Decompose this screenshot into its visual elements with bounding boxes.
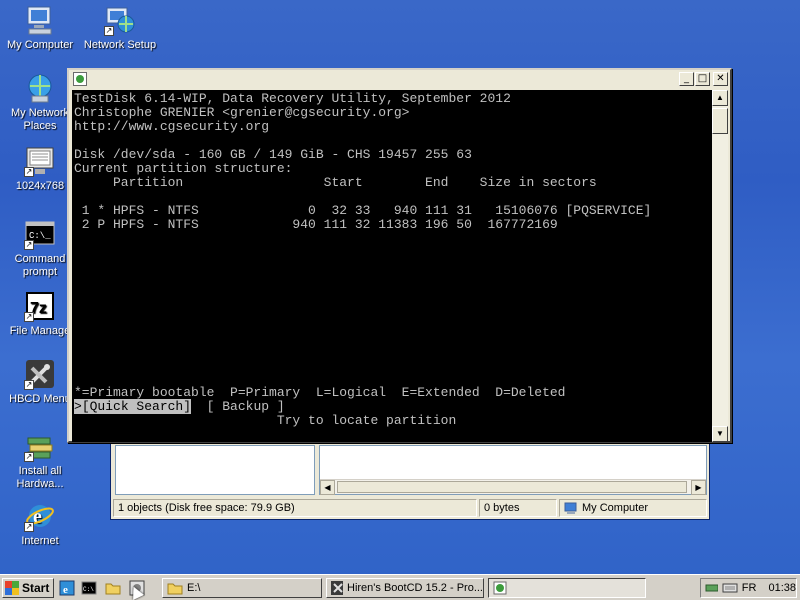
- scrollbar-thumb[interactable]: [712, 108, 728, 134]
- my-computer-icon: [24, 4, 56, 36]
- tools-icon: ↗: [24, 358, 56, 390]
- task-explorer-button[interactable]: E:\: [162, 578, 322, 598]
- shortcut-arrow-icon: ↗: [24, 522, 34, 532]
- desktop-icon-label: Install all: [18, 465, 62, 477]
- menu-line: >[Quick Search] [ Backup ]: [74, 399, 712, 414]
- start-label: Start: [22, 581, 50, 595]
- taskbar: Start e C:\ E:\ Hiren's BootCD 15.2 - Pr…: [0, 574, 800, 600]
- desktop-icon-my-computer[interactable]: My Computer: [0, 4, 80, 52]
- language-indicator[interactable]: FR: [742, 582, 757, 594]
- network-setup-icon: ↗: [104, 4, 136, 36]
- svg-text:e: e: [63, 584, 68, 596]
- shortcut-arrow-icon: ↗: [104, 26, 114, 36]
- desktop-icon-internet[interactable]: e ↗ Internet: [0, 500, 80, 548]
- shortcut-arrow-icon: ↗: [24, 452, 34, 462]
- scroll-right-icon[interactable]: ▶: [691, 480, 706, 495]
- status-location-label: My Computer: [582, 502, 649, 514]
- hardware-icon[interactable]: [705, 581, 719, 595]
- scroll-up-icon[interactable]: ▲: [712, 90, 728, 106]
- my-computer-icon: [564, 502, 577, 514]
- shortcut-arrow-icon: ↗: [24, 380, 34, 390]
- testdisk-console-window: _ □ ✕ TestDisk 6.14-WIP, Data Recovery U…: [67, 68, 732, 443]
- console-vertical-scrollbar[interactable]: ▲ ▼: [712, 90, 728, 442]
- explorer-horizontal-scrollbar[interactable]: ◀ ▶: [320, 479, 706, 495]
- console-line: http://www.cgsecurity.org: [74, 119, 270, 134]
- explorer-folder-pane[interactable]: [115, 445, 315, 495]
- console-titlebar[interactable]: _ □ ✕: [69, 70, 730, 88]
- svg-text:C:\: C:\: [83, 586, 94, 593]
- menu-prefix: >: [74, 399, 82, 414]
- task-label: Hiren's BootCD 15.2 - Pro...: [347, 582, 483, 594]
- shortcut-arrow-icon: ↗: [24, 240, 34, 250]
- task-testdisk-button[interactable]: [488, 578, 646, 598]
- quicklaunch-cmd-icon[interactable]: C:\: [80, 580, 98, 596]
- partition-row[interactable]: 1 * HPFS - NTFS 0 32 33 940 111 31 15106…: [74, 204, 712, 218]
- partition-row[interactable]: 2 P HPFS - NTFS 940 111 32 11383 196 50 …: [74, 218, 712, 232]
- minimize-button[interactable]: _: [679, 72, 694, 86]
- desktop-icon-label: Internet: [21, 535, 59, 547]
- shortcut-arrow-icon: ↗: [24, 312, 34, 322]
- explorer-statusbar: 1 objects (Disk free space: 79.9 GB) 0 b…: [111, 499, 709, 519]
- desktop-icon-network-setup[interactable]: ↗ Network Setup: [80, 4, 160, 52]
- shortcut-arrow-icon: ↗: [24, 167, 34, 177]
- desktop-icon-label: Network Setup: [83, 39, 157, 51]
- legend-line: *=Primary bootable P=Primary L=Logical E…: [74, 385, 566, 400]
- backup-option[interactable]: [ Backup ]: [191, 399, 285, 414]
- scroll-left-icon[interactable]: ◀: [320, 480, 335, 495]
- explorer-window: ◀ ▶ 1 objects (Disk free space: 79.9 GB)…: [110, 440, 710, 520]
- status-size: 0 bytes: [479, 499, 557, 517]
- command-prompt-icon: C:\_ ↗: [24, 218, 56, 250]
- testdisk-icon[interactable]: [73, 72, 87, 86]
- 7zip-icon: 7z ↗: [24, 290, 56, 322]
- task-label: E:\: [187, 582, 201, 594]
- console-line: Current partition structure:: [74, 161, 293, 176]
- quick-search-option[interactable]: [Quick Search]: [81, 399, 192, 414]
- console-line: TestDisk 6.14-WIP, Data Recovery Utility…: [74, 91, 511, 106]
- scroll-down-icon[interactable]: ▼: [712, 426, 728, 442]
- windows-flag-icon: [5, 581, 19, 595]
- start-button[interactable]: Start: [2, 578, 54, 598]
- system-tray: FR 01:38: [700, 578, 797, 598]
- close-button[interactable]: ✕: [713, 72, 728, 86]
- status-objects: 1 objects (Disk free space: 79.9 GB): [113, 499, 477, 517]
- console-line: Disk /dev/sda - 160 GB / 149 GiB - CHS 1…: [74, 147, 472, 162]
- testdisk-icon: [493, 581, 507, 595]
- scrollbar-thumb[interactable]: [337, 481, 687, 493]
- menu-hint: Try to locate partition: [74, 413, 457, 428]
- status-location: My Computer: [559, 499, 707, 517]
- task-hirens-button[interactable]: Hiren's BootCD 15.2 - Pro...: [326, 578, 484, 598]
- folder-icon: [167, 583, 183, 595]
- desktop-icon-label: Hardwa...: [16, 478, 64, 490]
- console-screen[interactable]: TestDisk 6.14-WIP, Data Recovery Utility…: [72, 90, 712, 442]
- console-line: Partition Start End Size in sectors: [74, 175, 597, 190]
- hardware-icon: ↗: [24, 430, 56, 462]
- desktop-icon-label: My Computer: [6, 39, 74, 51]
- console-line: Christophe GRENIER <grenier@cgsecurity.o…: [74, 105, 410, 120]
- monitor-icon: ↗: [24, 145, 56, 177]
- quicklaunch-browser-icon[interactable]: e: [58, 580, 76, 596]
- internet-explorer-icon: e ↗: [24, 500, 56, 532]
- tools-icon: [331, 581, 343, 595]
- network-places-icon: [24, 72, 56, 104]
- maximize-button[interactable]: □: [695, 72, 710, 86]
- quicklaunch-folder-icon[interactable]: [104, 580, 122, 596]
- clock[interactable]: 01:38: [768, 582, 796, 594]
- keyboard-icon[interactable]: [722, 582, 738, 594]
